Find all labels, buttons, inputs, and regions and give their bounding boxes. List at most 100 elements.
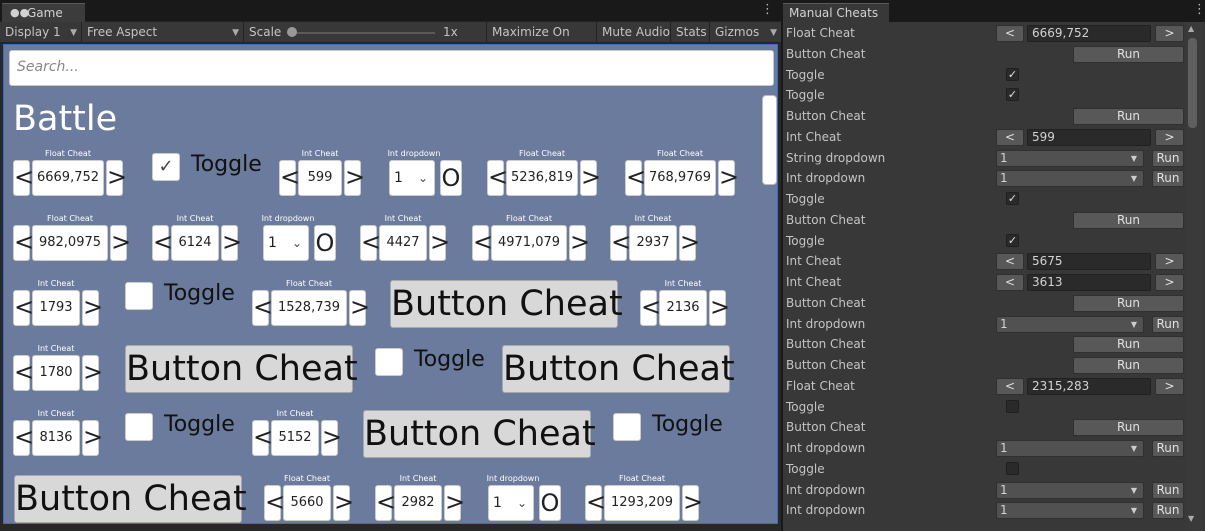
value-field[interactable]: 1793: [32, 290, 80, 326]
decrement-button[interactable]: <: [487, 160, 508, 196]
decrement-button[interactable]: <: [996, 253, 1024, 271]
maximize-on-play-toggle[interactable]: Maximize On Play: [486, 22, 597, 60]
cheat-dropdown[interactable]: 1 ▼: [996, 149, 1144, 167]
value-field[interactable]: 5152: [271, 420, 319, 456]
increment-button[interactable]: >: [106, 160, 127, 196]
run-button[interactable]: Run: [1073, 108, 1184, 125]
increment-button[interactable]: >: [1155, 274, 1184, 291]
increment-button[interactable]: >: [82, 420, 103, 456]
toggle-checkbox[interactable]: [613, 413, 641, 441]
decrement-button[interactable]: <: [13, 420, 34, 456]
increment-button[interactable]: >: [221, 225, 242, 261]
decrement-button[interactable]: <: [13, 160, 34, 196]
decrement-button[interactable]: <: [625, 160, 646, 196]
scroll-down-icon[interactable]: ▼: [1188, 514, 1194, 523]
decrement-button[interactable]: <: [996, 128, 1024, 146]
value-field[interactable]: 6669,752: [32, 160, 104, 196]
toggle-checkbox[interactable]: [375, 348, 403, 376]
decrement-button[interactable]: <: [375, 485, 396, 521]
decrement-button[interactable]: <: [264, 485, 285, 521]
decrement-button[interactable]: <: [360, 225, 381, 261]
button-cheat[interactable]: Button Cheat: [14, 475, 247, 523]
cheat-dropdown[interactable]: 1 ▼: [996, 170, 1144, 188]
decrement-button[interactable]: <: [252, 290, 273, 326]
toggle-checkbox[interactable]: ✓: [1006, 192, 1019, 205]
more-options-icon[interactable]: ⋮: [1193, 3, 1205, 19]
cheat-dropdown[interactable]: 1 ▼: [996, 440, 1144, 457]
increment-button[interactable]: >: [1155, 128, 1184, 146]
toggle-checkbox[interactable]: ✓: [1006, 88, 1019, 102]
dropdown-o-button[interactable]: O: [539, 485, 561, 521]
cheat-dropdown[interactable]: 1 ▼: [996, 315, 1144, 333]
increment-button[interactable]: >: [569, 225, 590, 261]
increment-button[interactable]: >: [1155, 25, 1184, 42]
run-button[interactable]: Run: [1152, 502, 1184, 520]
increment-button[interactable]: >: [1155, 377, 1184, 395]
more-options-icon[interactable]: ⋮: [761, 3, 774, 19]
toggle-checkbox[interactable]: ✓: [152, 153, 180, 181]
value-field[interactable]: 1293,209: [604, 485, 680, 521]
increment-button[interactable]: >: [718, 160, 739, 196]
value-field[interactable]: 5236,819: [506, 160, 578, 196]
decrement-button[interactable]: <: [13, 355, 34, 391]
aspect-dropdown[interactable]: Free Aspect ▼: [82, 22, 244, 43]
increment-button[interactable]: >: [580, 160, 601, 196]
increment-button[interactable]: >: [444, 485, 465, 521]
increment-button[interactable]: >: [110, 225, 131, 261]
decrement-button[interactable]: <: [252, 420, 273, 456]
run-button[interactable]: Run: [1073, 45, 1184, 63]
value-field[interactable]: 4427: [379, 225, 427, 261]
run-button[interactable]: Run: [1152, 481, 1184, 499]
tab-manual-cheats[interactable]: Manual Cheats: [783, 3, 889, 23]
int-dropdown[interactable]: 1 ⌄: [389, 160, 435, 196]
decrement-button[interactable]: <: [152, 225, 173, 261]
dropdown-o-button[interactable]: O: [440, 160, 462, 196]
cheat-dropdown[interactable]: 1 ▼: [996, 481, 1144, 499]
increment-button[interactable]: >: [344, 160, 365, 196]
value-field[interactable]: 2937: [629, 225, 677, 261]
tab-game[interactable]: ●● Game: [2, 3, 85, 23]
int-dropdown[interactable]: 1 ⌄: [263, 225, 309, 261]
value-field[interactable]: 2136: [659, 290, 707, 326]
decrement-button[interactable]: <: [996, 274, 1024, 291]
value-field[interactable]: 6124: [171, 225, 219, 261]
number-field[interactable]: 3613: [1027, 274, 1151, 291]
run-button[interactable]: Run: [1073, 357, 1184, 374]
decrement-button[interactable]: <: [13, 225, 34, 261]
number-field[interactable]: 5675: [1027, 253, 1151, 271]
decrement-button[interactable]: <: [13, 290, 34, 326]
value-field[interactable]: 8136: [32, 420, 80, 456]
toggle-checkbox[interactable]: ✓: [1006, 233, 1019, 247]
scale-slider-handle[interactable]: [287, 27, 297, 37]
scroll-up-icon[interactable]: ▲: [1188, 24, 1194, 33]
increment-button[interactable]: >: [82, 290, 103, 326]
toggle-checkbox[interactable]: [1006, 399, 1019, 413]
decrement-button[interactable]: <: [279, 160, 300, 196]
number-field[interactable]: 6669,752: [1027, 25, 1151, 42]
cheats-scrollbar-thumb[interactable]: [1188, 38, 1197, 128]
value-field[interactable]: 768,9769: [644, 160, 716, 196]
toggle-checkbox[interactable]: [125, 413, 153, 441]
int-dropdown[interactable]: 1 ⌄: [488, 485, 534, 521]
value-field[interactable]: 1780: [32, 355, 80, 391]
decrement-button[interactable]: <: [640, 290, 661, 326]
decrement-button[interactable]: <: [472, 225, 493, 261]
value-field[interactable]: 2982: [394, 485, 442, 521]
run-button[interactable]: Run: [1073, 294, 1184, 312]
run-button[interactable]: Run: [1152, 440, 1184, 457]
increment-button[interactable]: >: [1155, 253, 1184, 271]
decrement-button[interactable]: <: [996, 377, 1024, 395]
increment-button[interactable]: >: [333, 485, 354, 521]
increment-button[interactable]: >: [429, 225, 450, 261]
increment-button[interactable]: >: [679, 225, 700, 261]
value-field[interactable]: 1528,739: [271, 290, 347, 326]
toggle-checkbox[interactable]: [125, 282, 153, 310]
scale-slider-track[interactable]: [293, 32, 435, 34]
number-field[interactable]: 2315,283: [1027, 377, 1151, 395]
increment-button[interactable]: >: [321, 420, 342, 456]
stats-toggle[interactable]: Stats: [671, 22, 710, 43]
increment-button[interactable]: >: [82, 355, 103, 391]
dropdown-o-button[interactable]: O: [314, 225, 336, 261]
run-button[interactable]: Run: [1152, 315, 1184, 333]
toggle-checkbox[interactable]: ✓: [1006, 67, 1019, 81]
